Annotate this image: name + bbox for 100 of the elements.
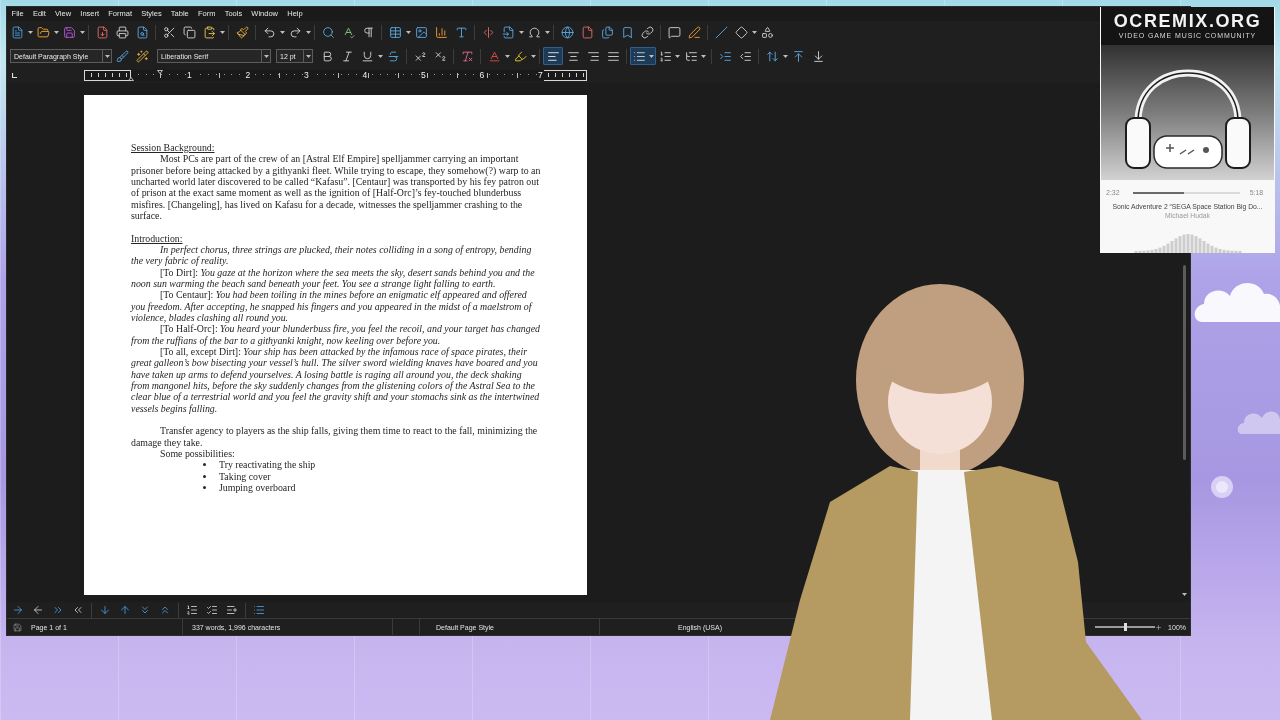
redo-icon[interactable]	[288, 25, 302, 39]
pilcrow-icon[interactable]	[361, 25, 375, 39]
bar-chart-icon[interactable]	[434, 25, 448, 39]
paragraph-text: In perfect chorus, three strings are plucked, their notes colliding in a song of entropy, bending the very fabric of reality.	[131, 243, 533, 267]
underline-icon[interactable]	[360, 49, 374, 63]
folder-icon[interactable]	[36, 25, 50, 39]
ruler-margin	[541, 69, 587, 81]
paintbrush-icon[interactable]	[235, 25, 249, 39]
align-center-icon	[566, 49, 580, 63]
list-item-text: Jumping overboard	[219, 481, 296, 494]
bullet-list-button[interactable]	[630, 47, 656, 65]
caret-icon[interactable]	[263, 54, 269, 58]
caret-icon[interactable]	[518, 30, 524, 34]
line-icon[interactable]	[714, 25, 728, 39]
list-checks-icon[interactable]	[206, 604, 218, 616]
caret-icon[interactable]	[700, 54, 706, 58]
chevrons-right-icon[interactable]	[52, 604, 64, 616]
indent-marker-icon[interactable]	[128, 76, 134, 81]
shapes-icon[interactable]	[760, 25, 774, 39]
file-search-icon[interactable]	[135, 25, 149, 39]
caret-icon[interactable]	[648, 54, 654, 58]
save-icon[interactable]	[62, 25, 76, 39]
save-icon[interactable]	[13, 622, 22, 632]
progress-track[interactable]	[1132, 191, 1240, 194]
superscript-icon[interactable]	[413, 49, 427, 63]
arrow-up-icon[interactable]	[119, 604, 131, 616]
tab-stop-icon[interactable]	[12, 72, 17, 78]
arrow-up-to-line-icon[interactable]	[791, 49, 805, 63]
arrow-down-icon[interactable]	[99, 604, 111, 616]
arrow-left-icon[interactable]	[32, 604, 44, 616]
search-icon[interactable]	[321, 25, 335, 39]
caret-icon[interactable]	[674, 54, 680, 58]
wand-icon[interactable]	[135, 49, 149, 63]
printer-icon[interactable]	[115, 25, 129, 39]
table-icon[interactable]	[388, 25, 402, 39]
align-left-icon	[546, 49, 560, 63]
speech-bubble-icon[interactable]	[667, 25, 681, 39]
caret-icon[interactable]	[751, 30, 757, 34]
plus-icon[interactable]	[1155, 623, 1163, 631]
arrows-up-down-icon[interactable]	[765, 49, 779, 63]
caret-icon[interactable]	[219, 30, 225, 34]
indent-decrease-icon[interactable]	[738, 49, 752, 63]
image-icon[interactable]	[414, 25, 428, 39]
arrow-right-icon[interactable]	[12, 604, 24, 616]
caret-icon[interactable]	[305, 54, 311, 58]
ruler-number: 7	[537, 69, 544, 81]
letter-t-icon[interactable]	[454, 25, 468, 39]
strikethrough-icon[interactable]	[386, 49, 400, 63]
chevrons-up-icon[interactable]	[159, 604, 171, 616]
chevrons-down-icon[interactable]	[139, 604, 151, 616]
list-plus-icon[interactable]	[226, 604, 238, 616]
caret-icon[interactable]	[279, 30, 285, 34]
globe-icon[interactable]	[560, 25, 574, 39]
section-heading: Introduction:	[131, 232, 184, 244]
bookmark-icon[interactable]	[620, 25, 634, 39]
caret-icon[interactable]	[782, 54, 788, 58]
indent-increase-icon[interactable]	[718, 49, 732, 63]
files-icon[interactable]	[600, 25, 614, 39]
italic-icon[interactable]	[340, 49, 354, 63]
omega-icon[interactable]	[527, 25, 541, 39]
highlighter-icon[interactable]	[513, 49, 527, 63]
caret-icon[interactable]	[305, 30, 311, 34]
link-icon[interactable]	[640, 25, 654, 39]
scissors-icon[interactable]	[162, 25, 176, 39]
chevrons-left-icon[interactable]	[72, 604, 84, 616]
section-heading: Session Background:	[131, 142, 216, 154]
diamond-icon[interactable]	[734, 25, 748, 39]
clipboard-arrow-icon[interactable]	[202, 25, 216, 39]
ruler-number: 3	[303, 69, 310, 81]
separator-icon[interactable]	[481, 25, 495, 39]
subscript-icon[interactable]	[433, 49, 447, 63]
undo-icon[interactable]	[262, 25, 276, 39]
caret-icon[interactable]	[405, 30, 411, 34]
indent-marker-icon[interactable]	[157, 69, 163, 74]
file-download-icon[interactable]	[95, 25, 109, 39]
caret-icon[interactable]	[53, 30, 59, 34]
list-ordered-icon[interactable]	[186, 604, 198, 616]
caret-icon[interactable]	[104, 54, 110, 58]
pencil-icon[interactable]	[687, 25, 701, 39]
zoom-slider-thumb[interactable]	[1123, 623, 1127, 631]
brush-icon[interactable]	[115, 49, 129, 63]
caret-icon[interactable]	[1181, 593, 1187, 596]
caret-icon[interactable]	[79, 30, 85, 34]
caret-icon[interactable]	[27, 30, 33, 34]
align-left-button[interactable]	[543, 47, 563, 65]
caret-icon[interactable]	[530, 54, 536, 58]
scrollbar-thumb[interactable]	[1182, 265, 1186, 460]
letter-a-underline-icon[interactable]	[487, 49, 501, 63]
copy-icon[interactable]	[182, 25, 196, 39]
caret-icon[interactable]	[544, 30, 550, 34]
caret-icon[interactable]	[377, 54, 383, 58]
ruler-number: 2	[244, 69, 252, 81]
arrow-down-to-line-icon[interactable]	[811, 49, 825, 63]
caret-icon[interactable]	[504, 54, 510, 58]
file-input-icon[interactable]	[501, 25, 515, 39]
file-icon[interactable]	[580, 25, 594, 39]
clear-formatting-icon[interactable]	[460, 49, 474, 63]
ring-icon	[1211, 476, 1233, 498]
list-icon[interactable]	[253, 604, 265, 616]
file-text-icon[interactable]	[10, 25, 24, 39]
